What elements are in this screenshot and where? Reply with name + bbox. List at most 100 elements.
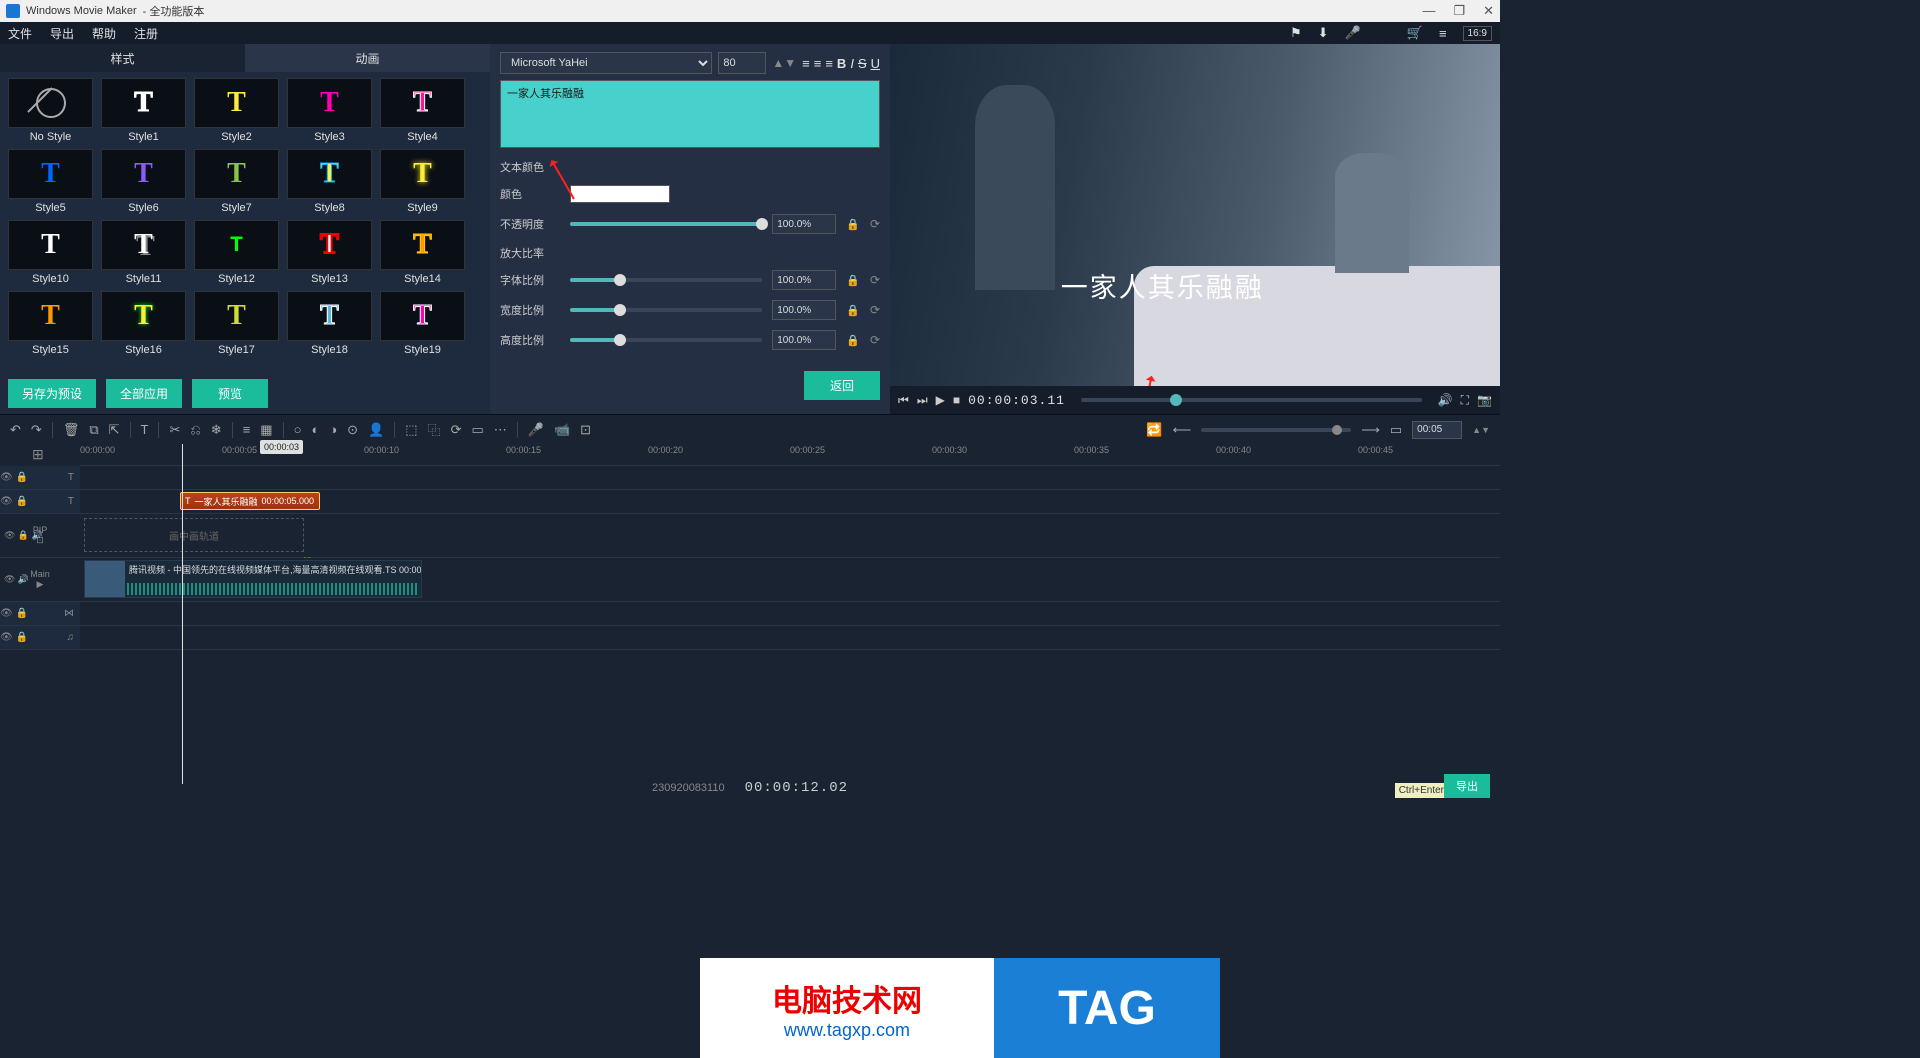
aspect-ratio[interactable]: 16:9 — [1463, 26, 1492, 41]
maximize-button[interactable]: ❐ — [1453, 3, 1465, 19]
align-left-icon[interactable]: ≡ — [802, 56, 810, 71]
tool-icon[interactable]: ▭ — [471, 422, 483, 438]
preview-progress[interactable] — [1081, 398, 1422, 402]
style-item-style18[interactable]: TStyle18 — [287, 291, 372, 356]
export-icon[interactable]: ⇱ — [109, 422, 120, 438]
font-select[interactable]: Microsoft YaHei — [500, 52, 712, 74]
tab-style[interactable]: 样式 — [0, 44, 245, 72]
align-right-icon[interactable]: ≡ — [825, 56, 833, 71]
person-icon[interactable]: 👤 — [368, 422, 384, 438]
playhead-time[interactable]: 00:00:03 — [260, 440, 303, 454]
copy-icon[interactable]: ⧉ — [89, 422, 98, 438]
style-item-style10[interactable]: TStyle10 — [8, 220, 93, 285]
playhead-line[interactable] — [182, 444, 183, 784]
style-item-style9[interactable]: TStyle9 — [380, 149, 465, 214]
tool-icon[interactable]: ⊡ — [580, 422, 591, 438]
style-item-style5[interactable]: TStyle5 — [8, 149, 93, 214]
menu-export[interactable]: 导出 — [50, 25, 74, 42]
download-icon[interactable]: ⬇ — [1318, 25, 1329, 41]
font-size-input[interactable] — [718, 52, 766, 74]
tool-icon[interactable]: ⋯ — [494, 422, 507, 438]
style-item-style15[interactable]: TStyle15 — [8, 291, 93, 356]
style-item-style2[interactable]: TStyle2 — [194, 78, 279, 143]
style-item-style3[interactable]: TStyle3 — [287, 78, 372, 143]
stop-button[interactable]: ■ — [953, 393, 960, 407]
reset-icon[interactable]: ⟳ — [870, 303, 880, 317]
style-item-style16[interactable]: TStyle16 — [101, 291, 186, 356]
tab-animation[interactable]: 动画 — [245, 44, 490, 72]
fit-icon[interactable]: ▭ — [1390, 422, 1402, 438]
lock-icon[interactable]: 🔒 — [846, 334, 860, 347]
width-scale-input[interactable] — [772, 300, 836, 320]
track-add-icon[interactable]: ⊞ — [32, 446, 44, 463]
next-frame-button[interactable]: ⏭ — [917, 393, 928, 408]
strike-icon[interactable]: S — [858, 56, 867, 71]
style-item-style1[interactable]: TStyle1 — [101, 78, 186, 143]
tool-icon[interactable]: ◑ — [329, 422, 337, 437]
flag-icon[interactable]: ⚑ — [1290, 25, 1302, 41]
lock-icon[interactable]: 🔒 — [846, 218, 860, 231]
mic-icon[interactable]: 🎤 — [1345, 25, 1361, 41]
color-swatch[interactable] — [570, 185, 670, 203]
trim-icon[interactable]: ⎌ — [190, 422, 200, 438]
camera-icon[interactable]: 📹 — [554, 422, 570, 438]
text-clip[interactable]: T 一家人其乐融融 00:00:05.000 — [180, 492, 320, 510]
back-button[interactable]: 返回 — [804, 371, 880, 400]
width-scale-slider[interactable] — [570, 308, 762, 312]
tool-icon[interactable]: ⬚ — [405, 422, 417, 438]
crop-icon[interactable]: ⿻ — [428, 420, 441, 439]
style-item-style7[interactable]: TStyle7 — [194, 149, 279, 214]
zoom-slider[interactable] — [1201, 428, 1351, 432]
delete-icon[interactable]: 🗑 — [63, 422, 80, 438]
align-center-icon[interactable]: ≡ — [814, 56, 822, 71]
preview-button[interactable]: 预览 — [192, 379, 268, 408]
font-scale-slider[interactable] — [570, 278, 762, 282]
loop-icon[interactable]: 🔁 — [1146, 422, 1162, 438]
redo-icon[interactable]: ↷ — [31, 422, 42, 438]
zoom-in-icon[interactable]: ⟶ — [1361, 422, 1380, 438]
save-preset-button[interactable]: 另存为预设 — [8, 379, 96, 408]
text-tool-icon[interactable]: T — [141, 422, 149, 437]
zoom-out-icon[interactable]: ⟵ — [1173, 422, 1192, 438]
main-video-clip[interactable]: 腾讯视频 - 中国领先的在线视频媒体平台,海量高清视频在线观看.TS 00:00… — [84, 560, 422, 598]
cut-icon[interactable]: ✂ — [169, 422, 180, 438]
tool-icon[interactable]: ○ — [294, 422, 302, 437]
opacity-input[interactable] — [772, 214, 836, 234]
menu-register[interactable]: 注册 — [134, 25, 158, 42]
style-item-style4[interactable]: TStyle4 — [380, 78, 465, 143]
menu-help[interactable]: 帮助 — [92, 25, 116, 42]
style-item-nostyle[interactable]: No Style — [8, 78, 93, 143]
undo-icon[interactable]: ↶ — [10, 422, 21, 438]
style-item-style6[interactable]: TStyle6 — [101, 149, 186, 214]
reset-icon[interactable]: ⟳ — [870, 273, 880, 287]
reset-icon[interactable]: ⟳ — [870, 217, 880, 231]
style-item-style14[interactable]: TStyle14 — [380, 220, 465, 285]
fullscreen-icon[interactable]: ⛶ — [1461, 393, 1469, 408]
timeline-ruler[interactable]: 00:00:03 00:00:0000:00:0500:00:1000:00:1… — [80, 444, 1500, 466]
grid-icon[interactable]: ▦ — [260, 422, 272, 438]
filter-icon[interactable]: ≡ — [1439, 26, 1447, 41]
list-icon[interactable]: ≡ — [243, 422, 251, 437]
height-scale-slider[interactable] — [570, 338, 762, 342]
snapshot-icon[interactable]: 📷 — [1477, 393, 1492, 407]
play-button[interactable]: ▶ — [936, 393, 945, 407]
rotate-icon[interactable]: ⟳ — [451, 422, 462, 438]
apply-all-button[interactable]: 全部应用 — [106, 379, 182, 408]
reset-icon[interactable]: ⟳ — [870, 333, 880, 347]
close-button[interactable]: ✕ — [1483, 3, 1494, 19]
style-item-style13[interactable]: TStyle13 — [287, 220, 372, 285]
style-item-style12[interactable]: TStyle12 — [194, 220, 279, 285]
lock-icon[interactable]: 🔒 — [846, 304, 860, 317]
volume-icon[interactable]: 🔊 — [1438, 393, 1453, 407]
italic-icon[interactable]: I — [850, 56, 854, 71]
zoom-time-input[interactable] — [1412, 421, 1462, 439]
pip-placeholder[interactable]: 画中画轨道 — [84, 518, 304, 552]
style-item-style11[interactable]: TStyle11 — [101, 220, 186, 285]
text-content-input[interactable]: 一家人其乐融融 — [500, 80, 880, 148]
style-item-style8[interactable]: TStyle8 — [287, 149, 372, 214]
prev-frame-button[interactable]: ⏮ — [898, 393, 909, 408]
height-scale-input[interactable] — [772, 330, 836, 350]
freeze-icon[interactable]: ❄ — [211, 422, 222, 438]
tool-icon[interactable]: ⊙ — [347, 422, 358, 438]
bold-icon[interactable]: B — [837, 56, 846, 71]
